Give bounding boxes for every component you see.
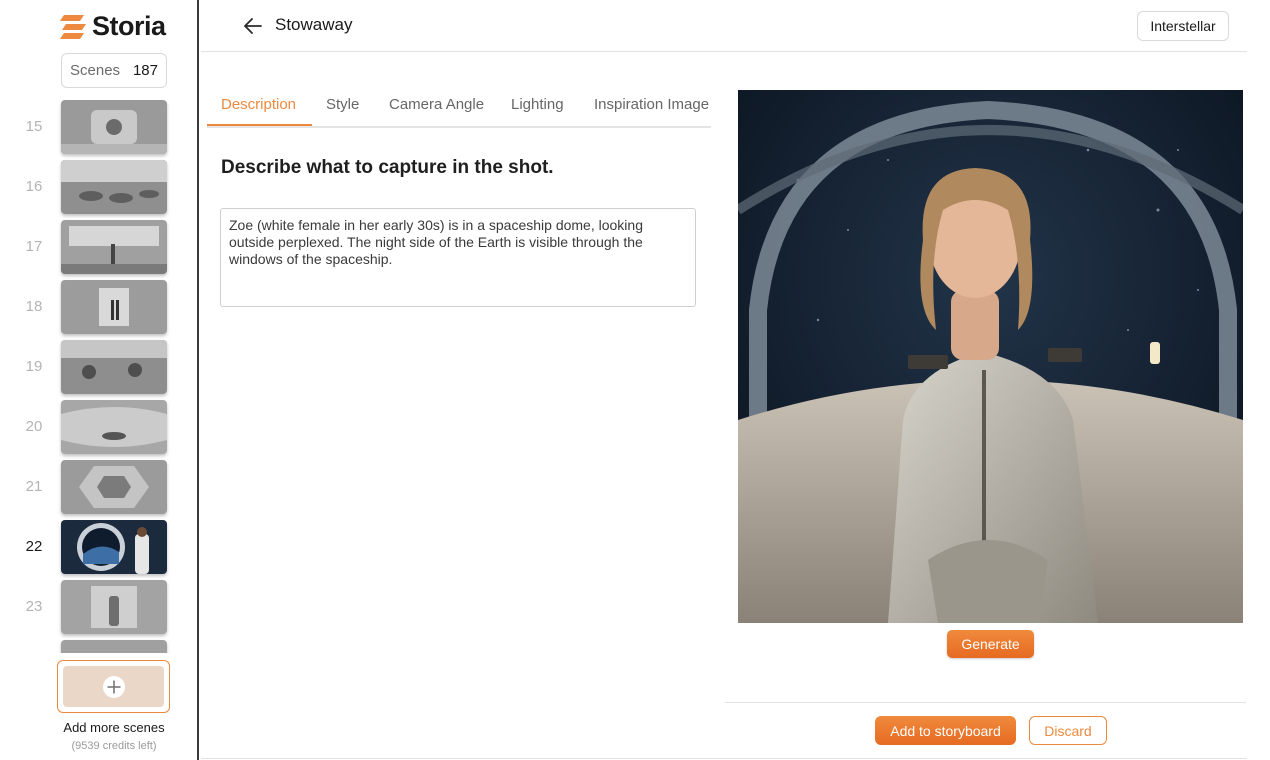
scene-item[interactable]: 21 bbox=[0, 460, 199, 514]
add-scenes-button-inner[interactable] bbox=[63, 666, 164, 707]
scene-thumbnail[interactable] bbox=[61, 460, 167, 514]
scene-item-active[interactable]: 22 bbox=[0, 520, 199, 574]
prompt-heading: Describe what to capture in the shot. bbox=[221, 157, 554, 178]
project-button[interactable]: Interstellar bbox=[1137, 11, 1229, 41]
scene-item[interactable]: 20 bbox=[0, 400, 199, 454]
scene-number: 22 bbox=[25, 538, 43, 555]
scene-number: 21 bbox=[25, 478, 43, 495]
scene-number: 15 bbox=[25, 118, 43, 135]
app-name: Storia bbox=[92, 11, 166, 41]
add-scenes-label: Add more scenes bbox=[63, 720, 165, 735]
tab-lighting[interactable]: Lighting bbox=[511, 96, 564, 113]
generate-button[interactable]: Generate bbox=[947, 630, 1034, 658]
scenes-counter: Scenes 187 bbox=[61, 53, 167, 88]
scene-number: 23 bbox=[25, 598, 43, 615]
tab-bar: Description Style Camera Angle Lighting … bbox=[207, 88, 711, 128]
page-title: Stowaway bbox=[275, 15, 353, 34]
add-to-storyboard-button[interactable]: Add to storyboard bbox=[875, 716, 1016, 745]
scene-thumbnail[interactable] bbox=[61, 400, 167, 454]
back-button[interactable] bbox=[241, 14, 265, 38]
scene-item[interactable]: 17 bbox=[0, 220, 199, 274]
bottom-divider bbox=[201, 758, 1247, 759]
scene-thumbnail[interactable] bbox=[61, 640, 167, 653]
storia-logo-icon bbox=[60, 14, 86, 39]
scene-thumbnail[interactable] bbox=[61, 160, 167, 214]
tab-inspiration-image[interactable]: Inspiration Image bbox=[594, 96, 709, 113]
scene-item[interactable] bbox=[0, 640, 199, 653]
scene-item[interactable]: 18 bbox=[0, 280, 199, 334]
scene-item[interactable]: 23 bbox=[0, 580, 199, 634]
tab-style[interactable]: Style bbox=[326, 96, 359, 113]
scene-thumbnail[interactable] bbox=[61, 100, 167, 154]
sidebar: Storia Scenes 187 15 16 17 18 19 20 21 2… bbox=[0, 0, 199, 760]
tab-description[interactable]: Description bbox=[221, 96, 296, 113]
scene-thumbnail[interactable] bbox=[61, 220, 167, 274]
generated-image bbox=[738, 90, 1243, 623]
scene-item[interactable]: 16 bbox=[0, 160, 199, 214]
arrow-left-icon bbox=[244, 18, 262, 34]
divider bbox=[725, 702, 1246, 703]
credits-left: (9539 credits left) bbox=[71, 740, 157, 752]
active-tab-indicator bbox=[207, 124, 312, 126]
scene-number: 19 bbox=[25, 358, 43, 375]
scene-number: 17 bbox=[25, 238, 43, 255]
discard-button[interactable]: Discard bbox=[1029, 716, 1107, 745]
scene-thumbnail[interactable] bbox=[61, 580, 167, 634]
scene-number: 20 bbox=[25, 418, 43, 435]
scene-thumbnail[interactable] bbox=[61, 280, 167, 334]
scene-item[interactable]: 15 bbox=[0, 100, 199, 154]
scene-list[interactable]: 15 16 17 18 19 20 21 22 23 bbox=[0, 100, 199, 653]
scene-number: 16 bbox=[25, 178, 43, 195]
header: Stowaway Interstellar bbox=[201, 0, 1247, 52]
scenes-label: Scenes bbox=[70, 62, 121, 79]
tab-camera-angle[interactable]: Camera Angle bbox=[389, 96, 484, 113]
plus-circle-icon bbox=[102, 675, 125, 698]
add-scenes-button[interactable] bbox=[57, 660, 170, 713]
description-input[interactable]: Zoe (white female in her early 30s) is i… bbox=[220, 208, 696, 307]
scenes-count: 187 bbox=[132, 62, 158, 79]
logo[interactable]: Storia bbox=[60, 11, 166, 42]
scene-item[interactable]: 19 bbox=[0, 340, 199, 394]
scene-thumbnail[interactable] bbox=[61, 340, 167, 394]
scene-number: 18 bbox=[25, 298, 43, 315]
scene-thumbnail[interactable] bbox=[61, 520, 167, 574]
